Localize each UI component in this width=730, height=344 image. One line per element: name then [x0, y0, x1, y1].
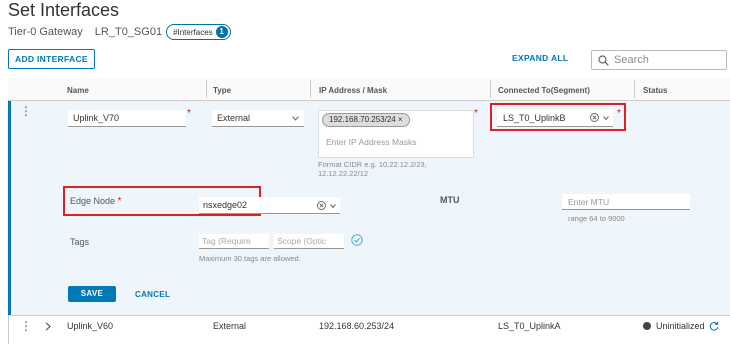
mtu-label: MTU [440, 195, 460, 205]
type-select[interactable]: External [212, 110, 304, 127]
row-name: Uplink_V60 [67, 321, 114, 331]
chevron-right-icon[interactable] [45, 322, 51, 331]
edge-node-select-value: nsxedge02 [203, 200, 248, 210]
column-header-name[interactable]: Name [67, 86, 89, 95]
row-actions-icon[interactable]: ⋮ [20, 105, 32, 117]
type-select-value: External [217, 113, 251, 123]
expand-all-link[interactable]: EXPAND ALL [512, 53, 568, 63]
row-status-text: Uninitialized [656, 321, 705, 331]
row-status: Uninitialized [643, 321, 719, 331]
save-button[interactable]: SAVE [68, 286, 116, 302]
edge-node-select[interactable]: nsxedge02 [199, 197, 340, 214]
search-placeholder: Search [614, 54, 649, 66]
row-actions-icon[interactable]: ⋮ [20, 320, 32, 332]
chevron-down-icon [330, 204, 336, 208]
tag-input[interactable]: Tag (Require [199, 234, 269, 249]
refresh-icon[interactable] [709, 321, 719, 331]
column-divider [206, 80, 207, 98]
column-header-ip[interactable]: IP Address / Mask [319, 86, 387, 95]
interfaces-pill[interactable]: #Interfaces 1 [166, 24, 231, 40]
page-title: Set Interfaces [8, 0, 120, 20]
row-ip: 192.168.60.253/24 [319, 321, 395, 331]
column-header-status[interactable]: Status [643, 86, 667, 95]
required-marker: * [187, 108, 191, 119]
clear-icon[interactable] [590, 113, 599, 122]
column-header-segment[interactable]: Connected To(Segment) [498, 86, 590, 95]
segment-select-value: LS_T0_UplinkB [503, 113, 566, 123]
interfaces-count-badge: 1 [215, 26, 228, 38]
gateway-name: LR_T0_SG01 [94, 26, 163, 38]
mtu-input[interactable]: Enter MTU [562, 194, 690, 210]
ip-address-placeholder: Enter IP Address Masks [326, 137, 417, 147]
chevron-down-icon [603, 116, 609, 120]
column-divider [490, 80, 491, 98]
check-circle-icon[interactable] [351, 234, 363, 246]
required-marker: * [474, 108, 478, 119]
add-interface-button[interactable]: ADD INTERFACE [8, 49, 95, 69]
row-divider [9, 315, 730, 316]
edge-node-label-text: Edge Node [70, 196, 116, 206]
row-type: External [213, 321, 247, 331]
scope-input[interactable]: Scope (Optic [274, 234, 344, 249]
status-dot-icon [643, 322, 651, 330]
tags-label: Tags [70, 237, 90, 247]
row-segment: LS_T0_UplinkA [498, 321, 561, 331]
mtu-hint: range 64 to 9000 [568, 214, 625, 223]
ip-format-hint: Format CIDR e.g. 10.22.12.2/23, 12.12.22… [318, 160, 427, 178]
ip-address-chip[interactable]: 192.168.70.253/24 × [322, 113, 410, 127]
required-marker: * [117, 196, 122, 207]
interface-name-input[interactable]: Uplink_V70 [68, 110, 186, 127]
clear-icon[interactable] [317, 201, 326, 210]
search-icon [598, 54, 609, 66]
column-divider [634, 80, 635, 98]
required-marker: * [617, 108, 621, 119]
expanded-row-indicator [8, 101, 11, 315]
cancel-button[interactable]: CANCEL [135, 290, 170, 299]
chevron-down-icon [292, 116, 299, 121]
segment-select[interactable]: LS_T0_UplinkB [497, 109, 613, 127]
gateway-type: Tier-0 Gateway [8, 26, 83, 38]
search-input[interactable]: Search [591, 50, 727, 70]
column-divider [310, 80, 311, 98]
column-header-type[interactable]: Type [213, 86, 231, 95]
interfaces-pill-label: #Interfaces [173, 27, 213, 37]
edge-node-label: Edge Node * [70, 196, 121, 207]
gateway-info: Tier-0 Gateway LR_T0_SG01 #Interfaces 1 [8, 24, 231, 40]
tags-hint: Maximum 30 tags are allowed. [199, 254, 301, 263]
